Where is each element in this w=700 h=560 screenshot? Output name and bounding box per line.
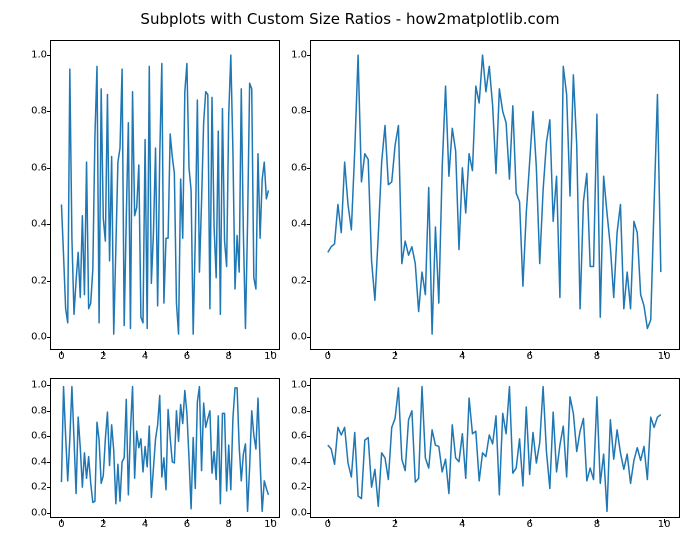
x-axis-ticks: 0 2 4 6 8 10 bbox=[51, 519, 279, 535]
line-plot bbox=[51, 379, 281, 519]
x-tick-label: 10 bbox=[658, 351, 671, 362]
series-line bbox=[61, 55, 268, 334]
y-tick-label: 0.2 bbox=[31, 275, 47, 286]
x-tick-label: 6 bbox=[526, 351, 532, 362]
x-tick-label: 4 bbox=[459, 351, 465, 362]
x-tick-label: 4 bbox=[459, 519, 465, 530]
y-tick-mark bbox=[47, 168, 51, 169]
figure: Subplots with Custom Size Ratios - how2m… bbox=[0, 0, 700, 560]
series-line bbox=[328, 387, 661, 512]
subplot-top-left: 0.00.20.40.60.81.00246810 bbox=[50, 40, 280, 350]
y-tick-mark bbox=[47, 337, 51, 338]
series-line bbox=[328, 55, 661, 334]
y-tick-label: 0.8 bbox=[31, 405, 47, 416]
subplot-bottom-right: 0.00.20.40.60.81.00246810 bbox=[310, 378, 680, 518]
figure-suptitle: Subplots with Custom Size Ratios - how2m… bbox=[0, 10, 700, 28]
y-tick-mark bbox=[47, 411, 51, 412]
y-tick-label: 0.0 bbox=[31, 507, 47, 518]
x-tick-label: 0 bbox=[58, 351, 64, 362]
y-tick-mark bbox=[47, 281, 51, 282]
y-tick-mark bbox=[47, 224, 51, 225]
y-tick-mark bbox=[47, 385, 51, 386]
y-tick-mark bbox=[47, 436, 51, 437]
line-plot bbox=[51, 41, 281, 351]
line-plot bbox=[311, 41, 681, 351]
y-tick-label: 0.0 bbox=[291, 507, 307, 518]
y-tick-label: 0.4 bbox=[291, 219, 307, 230]
x-tick-label: 6 bbox=[184, 519, 190, 530]
y-tick-label: 0.2 bbox=[31, 482, 47, 493]
x-tick-label: 6 bbox=[184, 351, 190, 362]
x-tick-label: 8 bbox=[594, 519, 600, 530]
y-tick-mark bbox=[307, 385, 311, 386]
y-axis-ticks: 0.0 0.2 0.4 0.6 0.8 1.0 bbox=[281, 41, 307, 349]
y-tick-label: 0.6 bbox=[31, 431, 47, 442]
x-axis-ticks: 0 2 4 6 8 10 bbox=[311, 351, 679, 367]
y-tick-mark bbox=[47, 513, 51, 514]
y-tick-label: 0.4 bbox=[291, 456, 307, 467]
x-tick-label: 4 bbox=[142, 519, 148, 530]
x-tick-label: 10 bbox=[264, 351, 277, 362]
x-axis-ticks: 0 2 4 6 8 10 bbox=[311, 519, 679, 535]
x-axis-ticks: 0 2 4 6 8 10 bbox=[51, 351, 279, 367]
y-tick-label: 0.0 bbox=[291, 331, 307, 342]
x-tick-label: 8 bbox=[226, 351, 232, 362]
y-tick-label: 0.6 bbox=[291, 162, 307, 173]
x-tick-label: 8 bbox=[594, 351, 600, 362]
x-tick-label: 2 bbox=[100, 519, 106, 530]
y-axis-ticks: 0.0 0.2 0.4 0.6 0.8 1.0 bbox=[21, 41, 47, 349]
y-tick-label: 1.0 bbox=[291, 50, 307, 61]
y-tick-mark bbox=[307, 55, 311, 56]
y-tick-label: 0.0 bbox=[31, 331, 47, 342]
x-tick-label: 2 bbox=[392, 519, 398, 530]
subplot-top-right: 0.00.20.40.60.81.00246810 bbox=[310, 40, 680, 350]
x-tick-label: 2 bbox=[100, 351, 106, 362]
y-axis-ticks: 0.0 0.2 0.4 0.6 0.8 1.0 bbox=[21, 379, 47, 517]
x-tick-label: 0 bbox=[325, 519, 331, 530]
y-tick-label: 0.6 bbox=[31, 162, 47, 173]
y-tick-label: 1.0 bbox=[31, 50, 47, 61]
y-tick-mark bbox=[47, 462, 51, 463]
y-tick-label: 0.2 bbox=[291, 275, 307, 286]
x-tick-label: 4 bbox=[142, 351, 148, 362]
x-tick-label: 0 bbox=[325, 351, 331, 362]
y-tick-label: 0.4 bbox=[31, 456, 47, 467]
y-tick-mark bbox=[47, 55, 51, 56]
y-tick-label: 0.2 bbox=[291, 482, 307, 493]
y-tick-mark bbox=[307, 281, 311, 282]
y-tick-label: 0.8 bbox=[291, 405, 307, 416]
subplot-bottom-left: 0.00.20.40.60.81.00246810 bbox=[50, 378, 280, 518]
line-plot bbox=[311, 379, 681, 519]
y-tick-mark bbox=[47, 487, 51, 488]
y-axis-ticks: 0.0 0.2 0.4 0.6 0.8 1.0 bbox=[281, 379, 307, 517]
y-tick-mark bbox=[307, 487, 311, 488]
y-tick-mark bbox=[307, 462, 311, 463]
x-tick-label: 0 bbox=[58, 519, 64, 530]
x-tick-label: 8 bbox=[226, 519, 232, 530]
y-tick-mark bbox=[307, 411, 311, 412]
y-tick-mark bbox=[47, 111, 51, 112]
y-tick-label: 0.8 bbox=[291, 106, 307, 117]
y-tick-mark bbox=[307, 513, 311, 514]
y-tick-label: 0.6 bbox=[291, 431, 307, 442]
y-tick-mark bbox=[307, 111, 311, 112]
y-tick-mark bbox=[307, 337, 311, 338]
y-tick-label: 0.4 bbox=[31, 219, 47, 230]
x-tick-label: 10 bbox=[658, 519, 671, 530]
y-tick-mark bbox=[307, 436, 311, 437]
y-tick-label: 0.8 bbox=[31, 106, 47, 117]
x-tick-label: 10 bbox=[264, 519, 277, 530]
y-tick-label: 1.0 bbox=[291, 380, 307, 391]
x-tick-label: 2 bbox=[392, 351, 398, 362]
y-tick-label: 1.0 bbox=[31, 380, 47, 391]
series-line bbox=[61, 387, 268, 512]
y-tick-mark bbox=[307, 224, 311, 225]
y-tick-mark bbox=[307, 168, 311, 169]
x-tick-label: 6 bbox=[526, 519, 532, 530]
